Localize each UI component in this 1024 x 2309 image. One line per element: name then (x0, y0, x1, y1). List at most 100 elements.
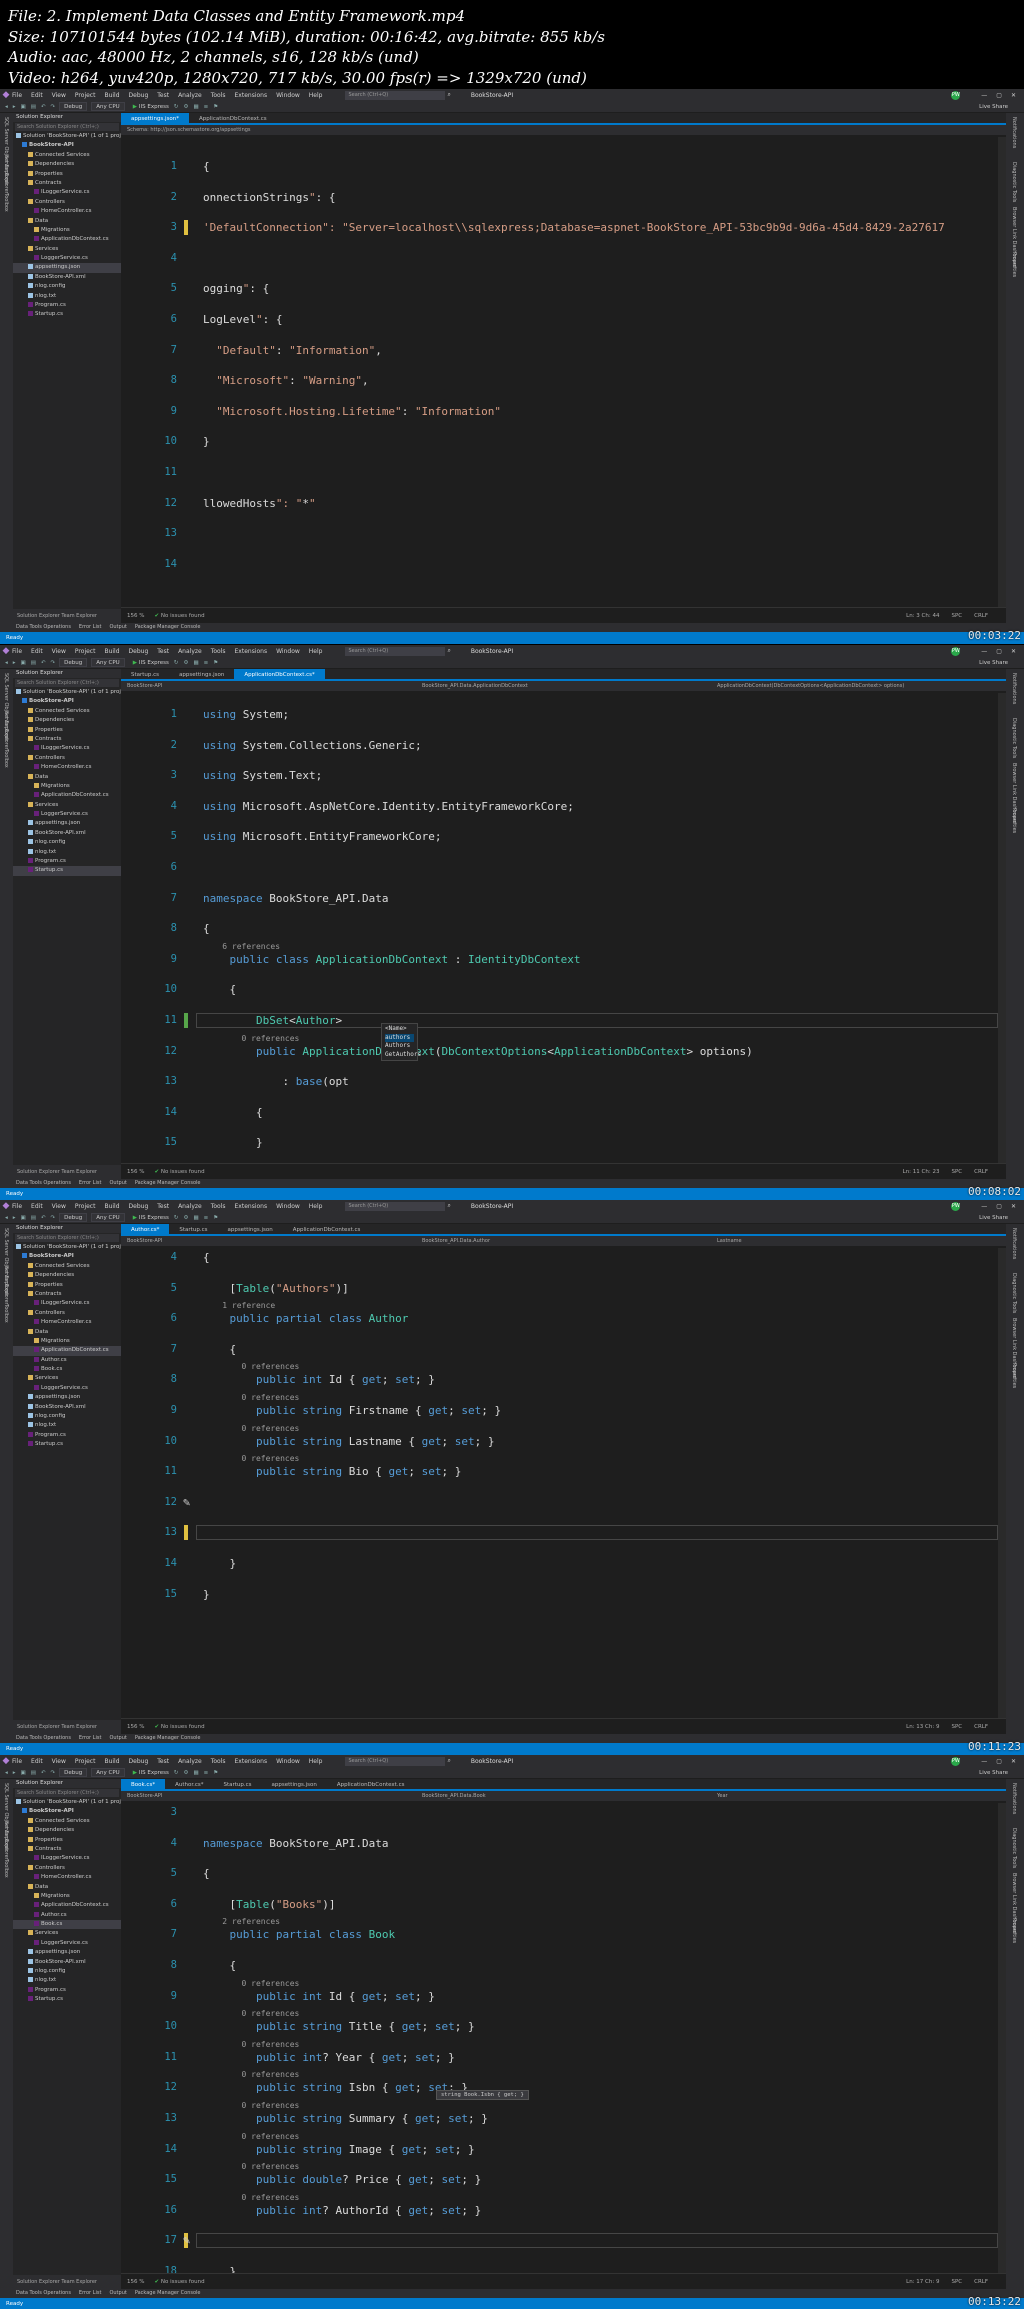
document-tab[interactable]: Startup.cs (169, 1224, 217, 1234)
vertical-scrollbar[interactable] (998, 137, 1006, 607)
document-tab[interactable]: ApplicationDbContext.cs (327, 1779, 415, 1789)
menu-item-tools[interactable]: Tools (211, 648, 226, 655)
minimize-icon[interactable]: — (981, 1758, 987, 1765)
solution-tree-item[interactable]: Data (13, 1883, 121, 1892)
document-tab[interactable]: ApplicationDbContext.cs (189, 113, 277, 123)
solution-tree-item[interactable]: Services (13, 1374, 121, 1383)
bookmark-icon[interactable]: ⚑ (213, 1215, 218, 1221)
nav-dropdown[interactable] (717, 125, 1006, 135)
solution-tree-item[interactable]: Dependencies (13, 1271, 121, 1280)
bottom-tab[interactable]: Data Tools Operations (16, 1735, 71, 1741)
save-icon[interactable]: ▣ (21, 1215, 26, 1221)
save-all-icon[interactable]: ▤ (31, 104, 36, 110)
save-icon[interactable]: ▣ (21, 1770, 26, 1776)
solution-tree-item[interactable]: BookStore-API.xml (13, 829, 121, 838)
menu-item-edit[interactable]: Edit (31, 648, 43, 655)
document-tab[interactable]: Startup.cs (121, 669, 169, 679)
solution-tree-item[interactable]: Connected Services (13, 1262, 121, 1271)
intellisense-item[interactable]: authors (385, 1033, 414, 1042)
solution-tree-item[interactable]: HomeController.cs (13, 763, 121, 772)
menu-item-build[interactable]: Build (104, 648, 119, 655)
menu-item-help[interactable]: Help (309, 1203, 323, 1210)
right-strip-tab[interactable]: Diagnostic Tools (1011, 1828, 1017, 1868)
solution-tree-item[interactable]: Migrations (13, 1892, 121, 1901)
solution-tree-item[interactable]: nlog.txt (13, 1421, 121, 1430)
codelens-references[interactable]: 0 references (203, 1361, 300, 1372)
solution-tree-item[interactable]: Program.cs (13, 1431, 121, 1440)
solution-tree-item[interactable]: Migrations (13, 1337, 121, 1346)
menu-item-test[interactable]: Test (157, 1758, 169, 1765)
solution-tree-item[interactable]: Dependencies (13, 1826, 121, 1835)
search-icon[interactable]: ⌕ (447, 1757, 450, 1765)
menu-item-extensions[interactable]: Extensions (235, 1758, 268, 1765)
bottom-tab[interactable]: Data Tools Operations (16, 1180, 71, 1186)
code-area[interactable]: 1 using System; 2 using System.Collections.… (121, 693, 1006, 1200)
solution-search-input[interactable]: Search Solution Explorer (Ctrl+;) (15, 1789, 119, 1797)
grid-icon[interactable]: ▦ (193, 1770, 198, 1776)
solution-tree-item[interactable]: Startup.cs (13, 1440, 121, 1449)
undo-icon[interactable]: ↶ (41, 660, 46, 666)
solution-tree-item[interactable]: Services (13, 1929, 121, 1938)
run-icon[interactable]: ▶ (133, 1215, 137, 1221)
right-strip-tab[interactable]: Properties (1011, 808, 1017, 833)
solution-tree-item[interactable]: appsettings.json (13, 263, 121, 273)
intellisense-item[interactable]: Authors (385, 1042, 414, 1051)
solution-tree-item[interactable]: nlog.txt (13, 848, 121, 857)
solution-tree-item[interactable]: Controllers (13, 754, 121, 763)
right-strip-tab[interactable]: Properties (1011, 1918, 1017, 1943)
menu-item-tools[interactable]: Tools (211, 1203, 226, 1210)
solution-tree-item[interactable]: nlog.txt (13, 292, 121, 301)
document-tab[interactable]: ApplicationDbContext.cs* (234, 669, 325, 679)
search-box[interactable]: Search (Ctrl+Q) (345, 1756, 446, 1766)
codelens-references[interactable]: 0 references (203, 2100, 300, 2111)
menu-item-file[interactable]: File (12, 1203, 22, 1210)
run-target[interactable]: IIS Express (139, 1770, 169, 1776)
bottom-tab[interactable]: Error List (79, 1180, 102, 1186)
nav-dropdown[interactable]: BookStore_API.Data.Book (422, 1791, 711, 1801)
solution-tree-item[interactable]: HomeController.cs (13, 1318, 121, 1327)
indent-mode[interactable]: SPC (951, 1724, 962, 1730)
maximize-icon[interactable]: ▢ (996, 92, 1002, 99)
zoom-level[interactable]: 156 % (127, 1724, 144, 1730)
solution-tree-item[interactable]: Author.cs (13, 1356, 121, 1365)
user-avatar[interactable]: PW (951, 1756, 961, 1766)
bottom-tab[interactable]: Data Tools Operations (16, 2290, 71, 2296)
config-dropdown[interactable]: Debug (59, 658, 88, 667)
menu-item-edit[interactable]: Edit (31, 1758, 43, 1765)
solution-tree-item[interactable]: ILoggerService.cs (13, 1299, 121, 1308)
maximize-icon[interactable]: ▢ (996, 1203, 1002, 1210)
left-strip-tab[interactable]: Server Explorer (3, 1266, 9, 1305)
document-tab[interactable]: Author.cs* (121, 1224, 170, 1234)
forward-icon[interactable]: ▸ (13, 1770, 16, 1776)
solution-tree-item[interactable]: Services (13, 245, 121, 254)
refresh-icon[interactable]: ↻ (174, 1770, 179, 1776)
menu-item-help[interactable]: Help (309, 1758, 323, 1765)
solution-tree-item[interactable]: Solution 'BookStore-API' (1 of 1 project… (13, 132, 121, 141)
solution-tree-item[interactable]: Connected Services (13, 707, 121, 716)
bottom-tab[interactable]: Error List (79, 624, 102, 630)
save-icon[interactable]: ▣ (21, 660, 26, 666)
nav-dropdown[interactable]: BookStore-API (127, 681, 416, 691)
solution-tree-item[interactable]: ILoggerService.cs (13, 188, 121, 197)
search-icon[interactable]: ⌕ (447, 647, 450, 655)
solution-tree-item[interactable]: nlog.txt (13, 1976, 121, 1985)
menu-item-debug[interactable]: Debug (129, 1758, 149, 1765)
menu-item-debug[interactable]: Debug (129, 92, 149, 99)
save-icon[interactable]: ▣ (21, 104, 26, 110)
solution-tree-item[interactable]: Properties (13, 170, 121, 179)
undo-icon[interactable]: ↶ (41, 104, 46, 110)
menu-item-view[interactable]: View (52, 1758, 66, 1765)
run-icon[interactable]: ▶ (133, 104, 137, 110)
solution-tree-item[interactable]: Startup.cs (13, 866, 121, 876)
solution-tree-item[interactable]: BookStore-API.xml (13, 1958, 121, 1967)
save-all-icon[interactable]: ▤ (31, 660, 36, 666)
solution-tree-item[interactable]: Services (13, 801, 121, 810)
menu-item-project[interactable]: Project (75, 1203, 96, 1210)
tools-icon[interactable]: ⚙ (184, 1215, 189, 1221)
back-icon[interactable]: ◂ (5, 660, 8, 666)
menu-item-test[interactable]: Test (157, 648, 169, 655)
solution-tree-item[interactable]: Controllers (13, 198, 121, 207)
close-icon[interactable]: ✕ (1011, 1758, 1016, 1765)
menu-item-analyze[interactable]: Analyze (178, 1203, 202, 1210)
zoom-level[interactable]: 156 % (127, 613, 144, 619)
